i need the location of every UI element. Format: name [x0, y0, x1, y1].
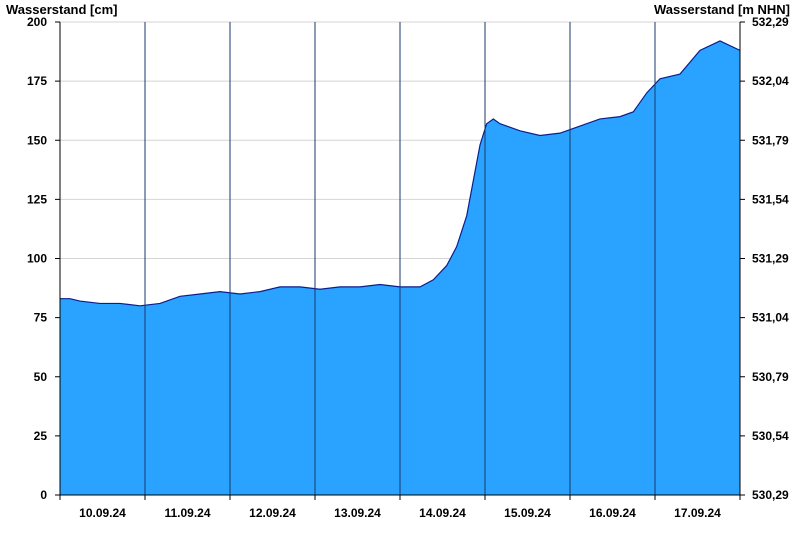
y-ticks-right: 530,29 530,54 530,79 531,04 531,29 531,54 531,… [740, 15, 789, 502]
x-date-label: 17.09.24 [674, 506, 721, 520]
y2-tick-label: 531,29 [752, 252, 789, 266]
y2-tick-label: 530,54 [752, 429, 789, 443]
x-date-label: 16.09.24 [589, 506, 636, 520]
x-date-label: 12.09.24 [249, 506, 296, 520]
water-level-chart: Wasserstand [cm] Wasserstand [m NHN] 025… [6, 2, 790, 520]
y-tick-label: 125 [27, 192, 47, 206]
x-date-label: 11.09.24 [164, 506, 210, 520]
x-date-labels: 10.09.24 11.09.24 12.09.24 13.09.24 14.09.24… [59, 495, 741, 520]
y2-tick-label: 530,79 [752, 370, 789, 384]
x-date-label: 15.09.24 [504, 506, 551, 520]
y-tick-label: 0 [40, 488, 47, 502]
y-tick-label: 75 [34, 311, 48, 325]
y2-tick-label: 530,29 [752, 488, 789, 502]
x-date-label: 14.09.24 [419, 506, 466, 520]
y2-tick-label: 531,54 [752, 192, 789, 206]
y-tick-label: 25 [34, 429, 48, 443]
y2-tick-label: 531,79 [752, 133, 789, 147]
y-tick-label: 150 [27, 133, 47, 147]
y-ticks-left: 0 25 50 75 100 125 150 175 200 [27, 15, 60, 502]
y2-tick-label: 531,04 [752, 311, 789, 325]
y-axis-title-left: Wasserstand [cm] [6, 2, 118, 17]
x-date-label: 10.09.24 [79, 506, 126, 520]
x-date-label: 13.09.24 [334, 506, 381, 520]
y-tick-label: 100 [27, 252, 47, 266]
y-tick-label: 200 [27, 15, 47, 29]
y-tick-label: 50 [34, 370, 48, 384]
y2-tick-label: 532,29 [752, 15, 789, 29]
y-tick-label: 175 [27, 74, 47, 88]
y2-tick-label: 532,04 [752, 74, 789, 88]
